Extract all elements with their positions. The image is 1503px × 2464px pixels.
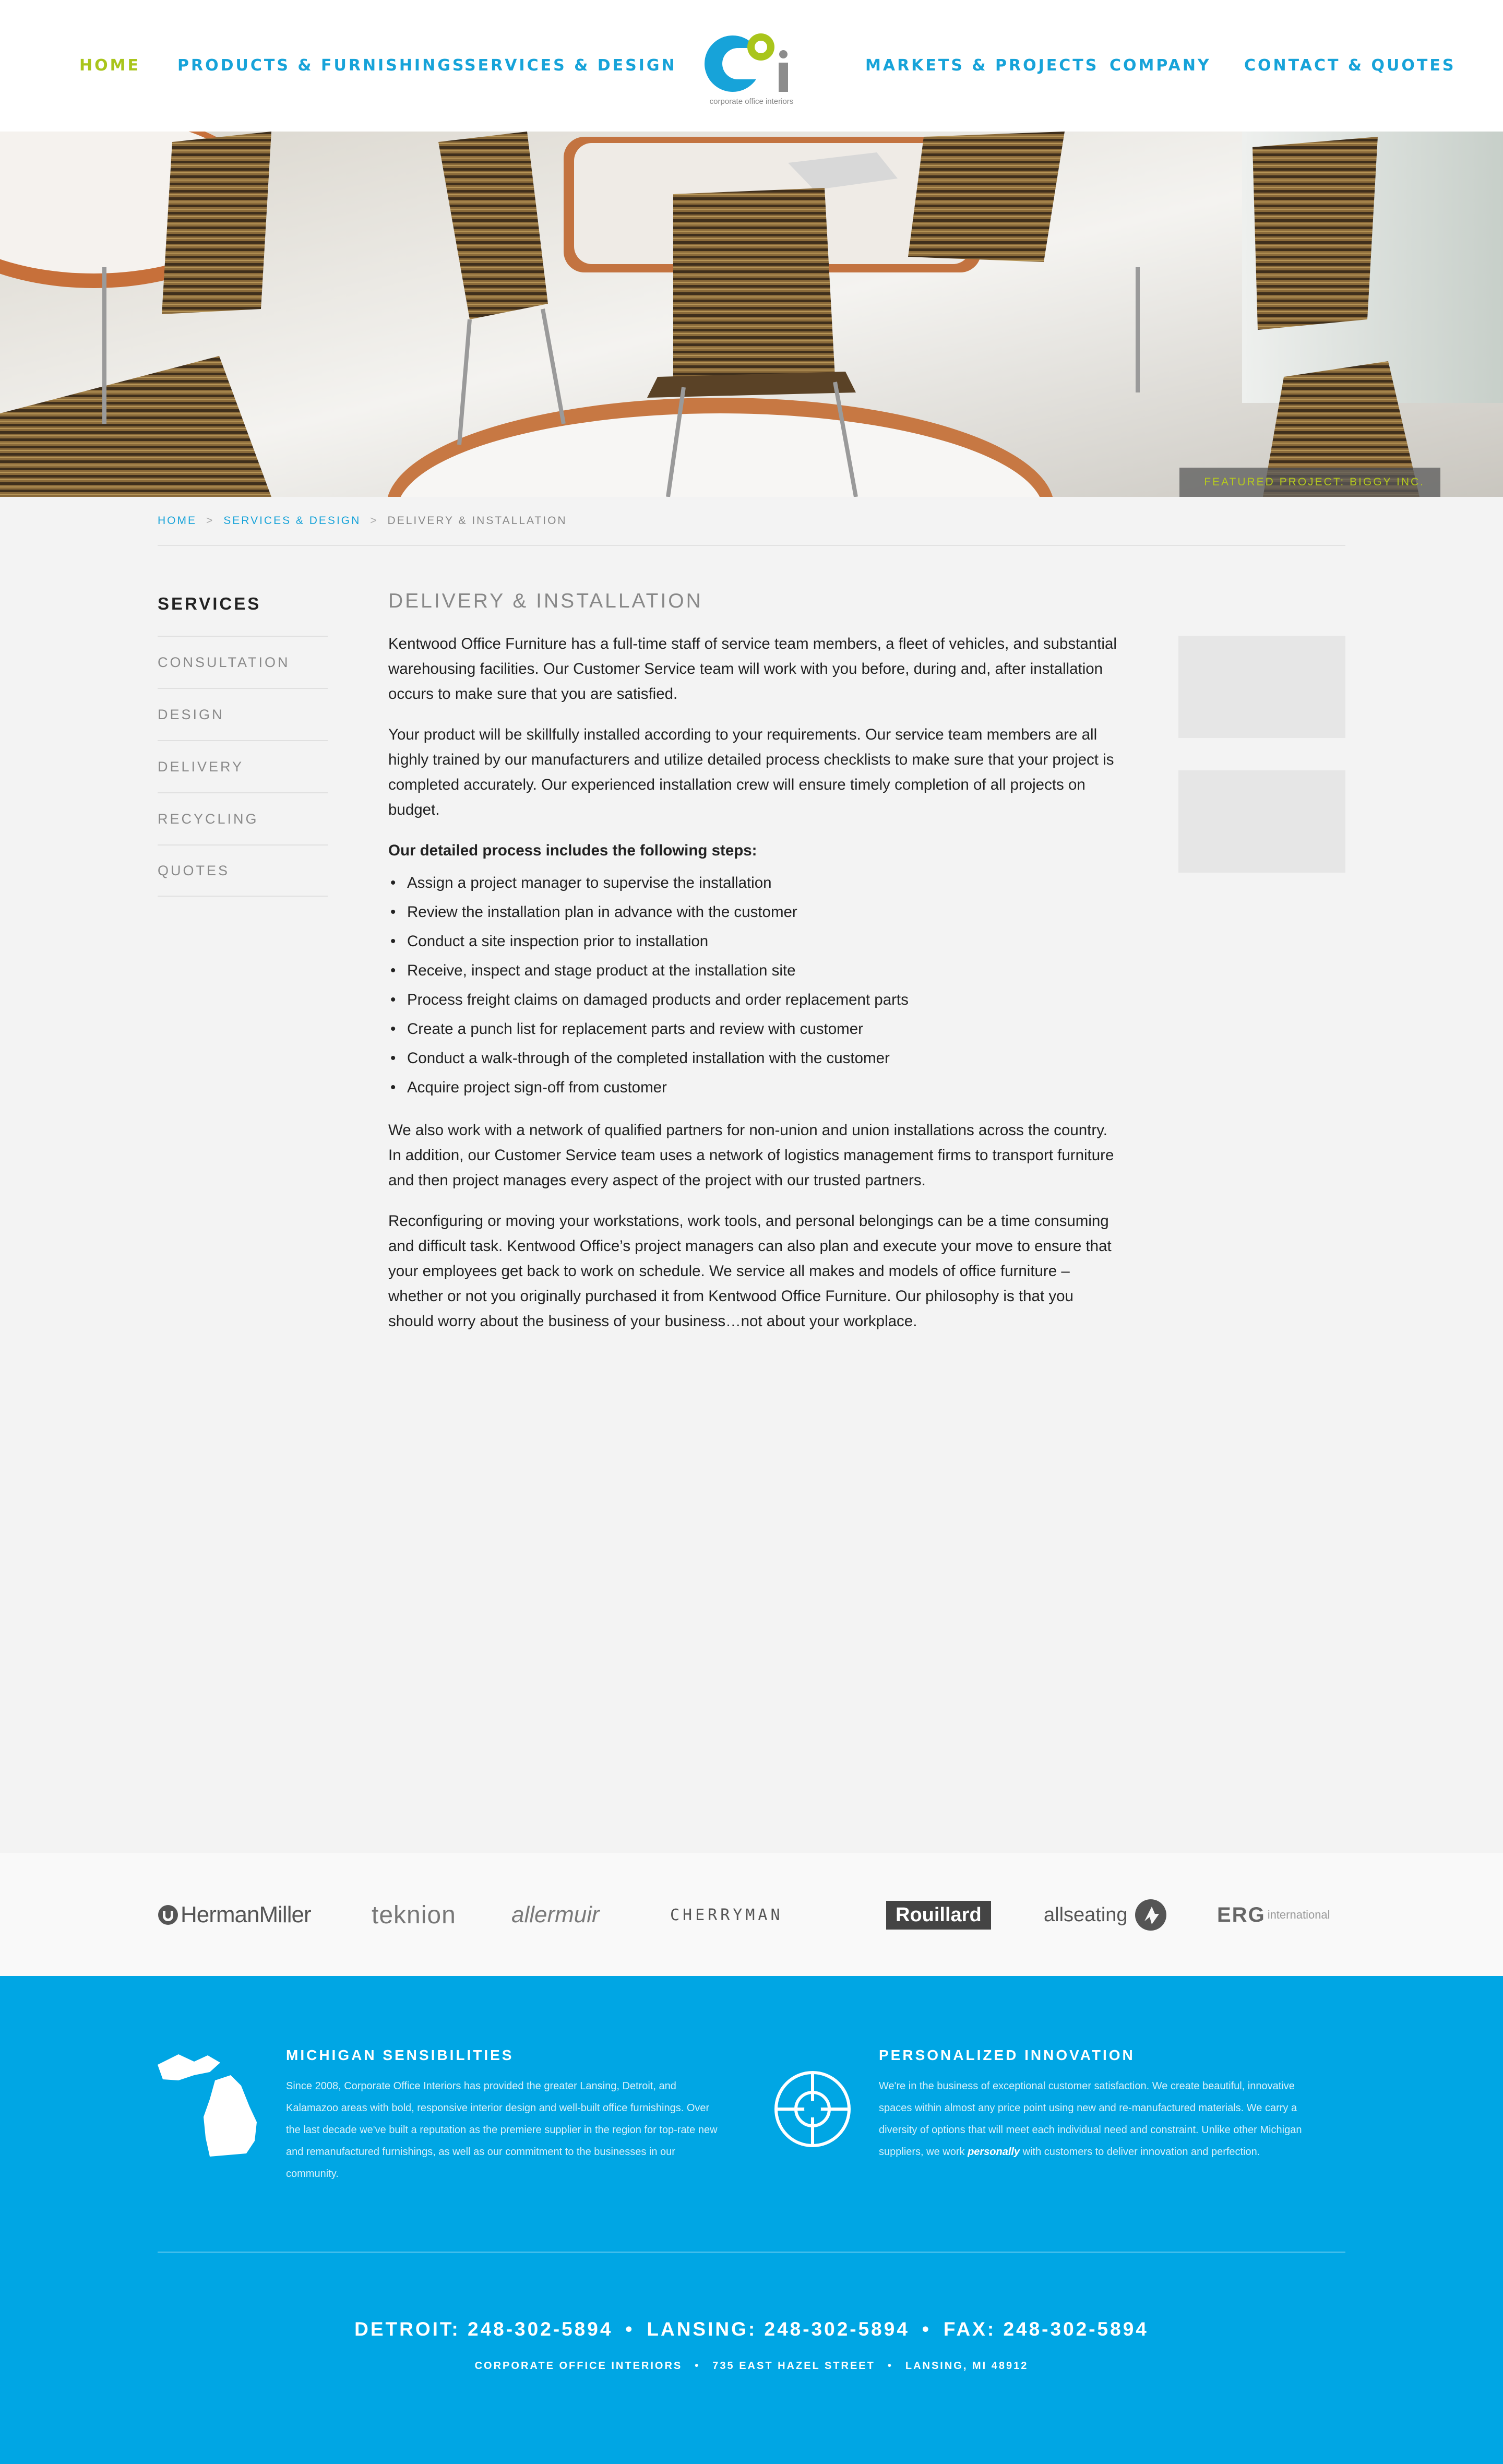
list-item: Process freight claims on damaged produc… [388, 985, 1119, 1015]
footer-michigan-title: MICHIGAN SENSIBILITIES [286, 2047, 514, 2063]
footer-michigan-text: Since 2008, Corporate Office Interiors h… [286, 2080, 718, 2180]
brand-label: HermanMiller [181, 1902, 312, 1927]
breadcrumb-separator: > [206, 515, 214, 527]
brand-label: ERG [1217, 1903, 1266, 1926]
brand-allermuir[interactable]: allermuir [511, 1898, 600, 1932]
brand-label: Rouillard [886, 1900, 991, 1930]
hero-image: FEATURED PROJECT: BIGGY INC. [0, 132, 1503, 497]
brand-erg-international[interactable]: ERG international [1217, 1898, 1330, 1932]
list-item: Acquire project sign-off from customer [388, 1073, 1119, 1102]
intro-paragraph: Kentwood Office Furniture has a full-tim… [388, 635, 1117, 703]
breadcrumb-current: DELIVERY & INSTALLATION [387, 515, 567, 527]
breadcrumb-separator: > [370, 515, 378, 527]
brand-cherryman[interactable]: CHERRYMAN [670, 1898, 783, 1932]
breadcrumb-home[interactable]: HOME [158, 515, 197, 527]
breadcrumb-divider [158, 545, 1345, 546]
phone-detroit[interactable]: DETROIT: 248-302-5894 [354, 2318, 613, 2340]
target-icon [774, 2071, 851, 2147]
list-item: Conduct a site inspection prior to insta… [388, 927, 1119, 956]
phone-fax: FAX: 248-302-5894 [943, 2318, 1149, 2340]
cafeteria-photo [0, 132, 1503, 497]
herman-miller-icon [158, 1905, 178, 1925]
brand-label: CHERRYMAN [670, 1906, 783, 1924]
brand-logos-band: HermanMiller teknion allermuir CHERRYMAN… [0, 1853, 1503, 1976]
allseating-icon [1135, 1899, 1166, 1931]
page-title: DELIVERY & INSTALLATION [388, 590, 703, 612]
brand-herman-miller[interactable]: HermanMiller [158, 1898, 312, 1932]
main-content: DELIVERY & INSTALLATION Kentwood Office … [388, 590, 1119, 1350]
footer-innovation-text: We're in the business of exceptional cus… [879, 2080, 1302, 2158]
sidebar-title: SERVICES [158, 594, 261, 613]
breadcrumb-services[interactable]: SERVICES & DESIGN [223, 515, 361, 527]
featured-project-label[interactable]: FEATURED PROJECT: BIGGY INC. [1179, 468, 1440, 497]
nav-products[interactable]: PRODUCTS & FURNISHINGS [177, 56, 466, 75]
nav-company[interactable]: COMPANY [1110, 56, 1211, 75]
process-steps-list: Assign a project manager to supervise th… [388, 868, 1119, 1102]
footer-phone-numbers: DETROIT: 248-302-5894 • LANSING: 248-302-5… [354, 2318, 1149, 2340]
phone-lansing[interactable]: LANSING: 248-302-5894 [647, 2318, 910, 2340]
list-item: Review the installation plan in advance … [388, 898, 1119, 927]
brand-label: teknion [372, 1901, 456, 1929]
brand-rouillard[interactable]: Rouillard [886, 1898, 991, 1932]
footer-innovation-title: PERSONALIZED INNOVATION [879, 2047, 1135, 2063]
sidebar-item-quotes[interactable]: QUOTES [158, 844, 328, 897]
sidebar-thumbnail[interactable] [1178, 770, 1345, 873]
nav-markets[interactable]: MARKETS & PROJECTS [865, 56, 1099, 75]
sidebar-item-delivery[interactable]: DELIVERY [158, 740, 328, 792]
sidebar-item-consultation[interactable]: CONSULTATION [158, 636, 328, 688]
partners-paragraph: We also work with a network of qualified… [388, 1122, 1114, 1189]
list-item: Conduct a walk-through of the completed … [388, 1044, 1119, 1073]
michigan-map-icon [158, 2054, 257, 2157]
moving-paragraph: Reconfiguring or moving your workstation… [388, 1212, 1112, 1330]
brand-label: allermuir [511, 1902, 600, 1927]
site-header: HOME PRODUCTS & FURNISHINGS SERVICES & D… [0, 0, 1503, 132]
brand-label-suffix: international [1267, 1908, 1330, 1921]
footer-address: CORPORATE OFFICE INTERIORS • 735 EAST HAZE… [474, 2360, 1029, 2372]
sidebar-thumbnail[interactable] [1178, 636, 1345, 738]
list-item: Assign a project manager to supervise th… [388, 868, 1119, 898]
footer-divider [158, 2252, 1345, 2253]
brand-allseating[interactable]: allseating [1044, 1898, 1167, 1932]
brand-label: allseating [1044, 1903, 1128, 1926]
nav-services[interactable]: SERVICES & DESIGN [464, 56, 677, 75]
sidebar-item-design[interactable]: DESIGN [158, 688, 328, 740]
breadcrumb: HOME > SERVICES & DESIGN > DELIVERY & INSTAL… [158, 515, 567, 527]
nav-contact[interactable]: CONTACT & QUOTES [1244, 56, 1456, 75]
nav-home[interactable]: HOME [79, 56, 140, 75]
logo-caption: corporate office interiors [709, 97, 794, 106]
brand-teknion[interactable]: teknion [372, 1898, 456, 1932]
sidebar-menu: CONSULTATION DESIGN DELIVERY RECYCLING Q… [158, 636, 328, 897]
sidebar-item-recycling[interactable]: RECYCLING [158, 792, 328, 844]
list-item: Receive, inspect and stage product at th… [388, 956, 1119, 985]
installation-paragraph: Your product will be skillfully installe… [388, 726, 1114, 818]
site-footer: MICHIGAN SENSIBILITIES Since 2008, Corpo… [0, 1976, 1503, 2464]
steps-heading: Our detailed process includes the follow… [388, 842, 757, 859]
list-item: Create a punch list for replacement part… [388, 1015, 1119, 1044]
